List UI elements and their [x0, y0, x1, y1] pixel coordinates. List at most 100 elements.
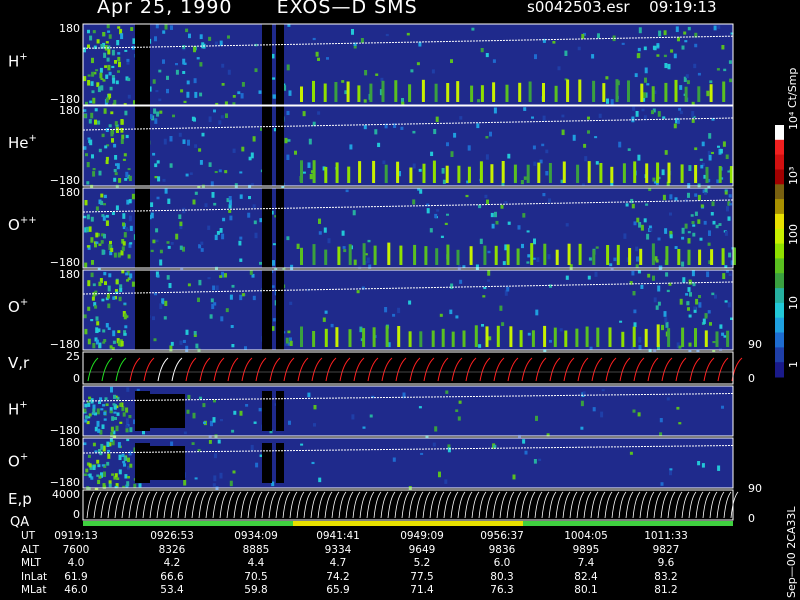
- pixel-cell: [581, 183, 585, 186]
- pixel-cell: [580, 400, 584, 407]
- pixel-cell: [691, 270, 695, 277]
- pixel-cell: [213, 475, 217, 482]
- pixel-cell: [666, 397, 670, 401]
- pixel-cell: [694, 147, 698, 151]
- pixel-cell: [557, 66, 561, 71]
- pixel-cell: [124, 49, 128, 52]
- pixel-cell: [196, 57, 200, 60]
- pixel-cell: [681, 261, 685, 267]
- burst-stripe: [562, 161, 566, 183]
- panel-2: O++180−180: [8, 186, 736, 272]
- pixel-cell: [189, 172, 193, 175]
- pixel-cell: [228, 210, 232, 213]
- pixel-cell: [123, 232, 127, 238]
- burst-stripe: [694, 165, 698, 183]
- pixel-cell: [152, 239, 156, 244]
- data-gap: [135, 106, 150, 186]
- pixel-cell: [101, 133, 105, 138]
- burst-stripe: [554, 85, 558, 102]
- pixel-cell: [681, 236, 685, 240]
- pixel-cell: [485, 154, 489, 160]
- row-label: MLT: [21, 557, 41, 569]
- pixel-cell: [239, 194, 243, 199]
- pixel-cell: [121, 270, 125, 274]
- pixel-cell: [709, 80, 713, 84]
- pixel-cell: [636, 256, 639, 262]
- pixel-cell: [688, 279, 692, 285]
- pixel-cell: [115, 279, 119, 285]
- pixel-cell: [130, 27, 134, 32]
- pixel-cell: [272, 77, 276, 80]
- pixel-cell: [186, 409, 190, 414]
- pixel-cell: [652, 177, 656, 182]
- pixel-cell: [656, 54, 660, 57]
- color-bar-swatch: [775, 169, 784, 185]
- pixel-cell: [483, 286, 487, 290]
- color-bar-unit: Ct/Smp: [786, 68, 799, 108]
- pixel-cell: [125, 427, 129, 433]
- pixel-cell: [296, 243, 300, 249]
- pixel-cell: [382, 160, 386, 165]
- pixel-cell: [697, 219, 701, 224]
- burst-stripe: [722, 81, 726, 102]
- pixel-cell: [113, 143, 117, 148]
- pixel-cell: [112, 403, 116, 406]
- pixel-cell: [633, 309, 637, 314]
- pixel-cell: [114, 121, 118, 126]
- pixel-cell: [664, 63, 668, 69]
- pixel-cell: [182, 71, 186, 74]
- pixel-cell: [684, 223, 688, 229]
- pixel-cell: [129, 463, 133, 468]
- pixel-cell: [726, 206, 729, 212]
- pixel-cell: [711, 151, 714, 155]
- pixel-cell: [583, 143, 587, 148]
- pixel-cell: [625, 203, 629, 207]
- pixel-cell: [481, 324, 484, 327]
- pixel-cell: [106, 24, 110, 29]
- pixel-cell: [384, 307, 388, 313]
- pixel-cell: [124, 110, 128, 116]
- pixel-cell: [96, 39, 100, 44]
- burst-stripe: [548, 163, 552, 183]
- data-gap: [262, 24, 272, 105]
- pixel-cell: [647, 273, 651, 278]
- pixel-cell: [294, 150, 297, 155]
- pixel-cell: [349, 144, 353, 150]
- burst-stripe: [324, 249, 328, 265]
- burst-stripe: [667, 328, 671, 347]
- pixel-cell: [635, 246, 639, 252]
- pixel-cell: [249, 270, 253, 275]
- pixel-cell: [116, 163, 120, 170]
- pixel-cell: [250, 152, 254, 159]
- pixel-cell: [127, 168, 131, 171]
- pixel-cell: [201, 132, 205, 137]
- burst-stripe: [566, 79, 570, 102]
- pixel-cell: [192, 412, 196, 419]
- pixel-cell: [683, 31, 687, 35]
- table-cell: 81.2: [654, 584, 678, 596]
- pixel-cell: [155, 90, 159, 93]
- pixel-cell: [245, 404, 249, 407]
- pixel-cell: [162, 30, 166, 34]
- pixel-cell: [199, 62, 203, 67]
- pixel-cell: [91, 296, 95, 301]
- pixel-cell: [186, 91, 190, 98]
- pixel-cell: [128, 215, 132, 222]
- pixel-cell: [644, 67, 648, 74]
- data-gap: [150, 394, 185, 428]
- pixel-cell: [115, 289, 118, 293]
- pixel-cell: [123, 332, 127, 336]
- burst-stripe: [324, 166, 328, 183]
- y-tick-label: 180: [59, 22, 80, 35]
- pixel-cell: [545, 149, 549, 154]
- pixel-cell: [254, 232, 258, 239]
- burst-stripe: [526, 164, 530, 183]
- pixel-cell: [233, 410, 237, 415]
- pixel-cell: [694, 193, 698, 197]
- pixel-cell: [619, 320, 623, 323]
- right-tick-label: 90: [748, 482, 762, 495]
- pixel-cell: [692, 232, 696, 237]
- pixel-cell: [541, 143, 545, 147]
- pixel-cell: [125, 272, 129, 276]
- pixel-cell: [232, 95, 236, 98]
